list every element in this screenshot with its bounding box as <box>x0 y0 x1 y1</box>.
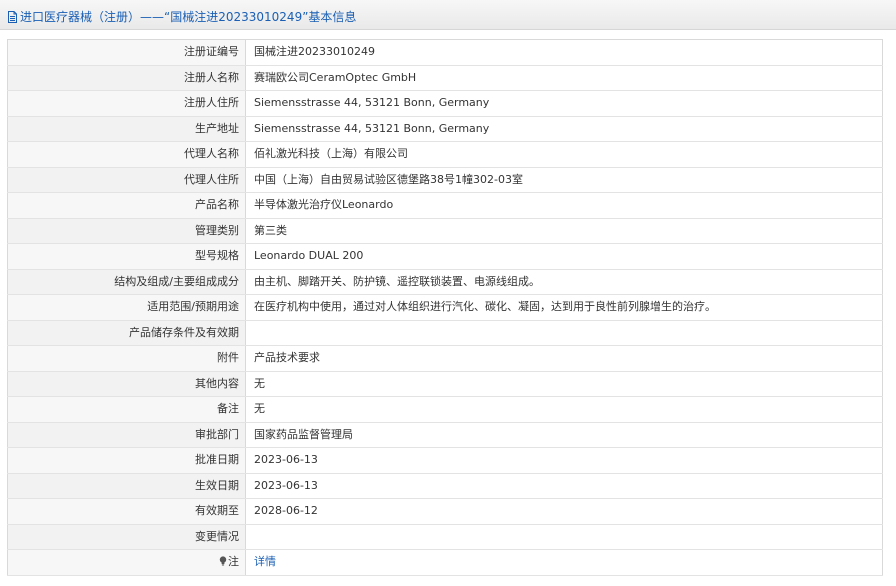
table-row: 产品储存条件及有效期 <box>7 320 883 346</box>
table-row: 生产地址 Siemensstrasse 44, 53121 Bonn, Germa… <box>7 116 883 142</box>
row-label: 注册证编号 <box>7 40 246 65</box>
lightbulb-icon <box>219 556 227 566</box>
row-label: 备注 <box>7 397 246 422</box>
row-value: 在医疗机构中使用，通过对人体组织进行汽化、碳化、凝固，达到用于良性前列腺增生的治… <box>246 295 883 320</box>
row-value: 无 <box>246 397 883 422</box>
row-label: 变更情况 <box>7 524 246 549</box>
row-label: 注册人住所 <box>7 91 246 116</box>
table-row: 适用范围/预期用途 在医疗机构中使用，通过对人体组织进行汽化、碳化、凝固，达到用于… <box>7 295 883 321</box>
row-label: 结构及组成/主要组成成分 <box>7 269 246 294</box>
table-row: 有效期至 2028-06-12 <box>7 499 883 525</box>
table-row: 注册人名称 赛瑞欧公司CeramOptec GmbH <box>7 65 883 91</box>
row-label: 注册人名称 <box>7 65 246 90</box>
row-label: 代理人住所 <box>7 167 246 192</box>
details-link[interactable]: 详情 <box>254 555 276 568</box>
note-value-cell: 详情 <box>246 550 883 575</box>
header-title-group: 进口医疗器械（注册）——“国械注进20233010249”基本信息 <box>7 8 356 25</box>
row-value: Leonardo DUAL 200 <box>246 244 883 269</box>
row-value: 由主机、脚踏开关、防护镜、遥控联锁装置、电源线组成。 <box>246 269 883 294</box>
row-label: 审批部门 <box>7 422 246 447</box>
table-row: 产品名称 半导体激光治疗仪Leonardo <box>7 193 883 219</box>
row-value: 国械注进20233010249 <box>246 40 883 65</box>
row-value: 2028-06-12 <box>246 499 883 524</box>
row-value: 2023-06-13 <box>246 448 883 473</box>
row-label: 产品储存条件及有效期 <box>7 320 246 345</box>
table-row: 审批部门 国家药品监督管理局 <box>7 422 883 448</box>
table-row: 注册人住所 Siemensstrasse 44, 53121 Bonn, Germ… <box>7 91 883 117</box>
row-label: 生产地址 <box>7 116 246 141</box>
row-value: 国家药品监督管理局 <box>246 422 883 447</box>
row-label: 适用范围/预期用途 <box>7 295 246 320</box>
row-value: 2023-06-13 <box>246 473 883 498</box>
table-row: 注册证编号 国械注进20233010249 <box>7 40 883 66</box>
document-icon <box>8 10 17 23</box>
row-label: 型号规格 <box>7 244 246 269</box>
row-label: 其他内容 <box>7 371 246 396</box>
table-row: 生效日期 2023-06-13 <box>7 473 883 499</box>
table-row: 管理类别 第三类 <box>7 218 883 244</box>
table-row: 附件 产品技术要求 <box>7 346 883 372</box>
table-row: 其他内容无 <box>7 371 883 397</box>
row-value: 中国（上海）自由贸易试验区德堡路38号1幢302-03室 <box>246 167 883 192</box>
table-row: 型号规格 Leonardo DUAL 200 <box>7 244 883 270</box>
row-value: 半导体激光治疗仪Leonardo <box>246 193 883 218</box>
row-label: 批准日期 <box>7 448 246 473</box>
row-value: 佰礼激光科技（上海）有限公司 <box>246 142 883 167</box>
row-label: 附件 <box>7 346 246 371</box>
row-value: Siemensstrasse 44, 53121 Bonn, Germany <box>246 91 883 116</box>
row-value <box>246 320 883 345</box>
row-value: 无 <box>246 371 883 396</box>
row-value: 第三类 <box>246 218 883 243</box>
table-row-note: 注 详情 <box>7 550 883 576</box>
row-label: 有效期至 <box>7 499 246 524</box>
table-row: 代理人住所 中国（上海）自由贸易试验区德堡路38号1幢302-03室 <box>7 167 883 193</box>
row-value: Siemensstrasse 44, 53121 Bonn, Germany <box>246 116 883 141</box>
page-title: 进口医疗器械（注册）——“国械注进20233010249”基本信息 <box>20 10 357 24</box>
row-label: 管理类别 <box>7 218 246 243</box>
table-row: 变更情况 <box>7 524 883 550</box>
note-label-cell: 注 <box>7 550 246 575</box>
row-value <box>246 524 883 549</box>
row-label: 代理人名称 <box>7 142 246 167</box>
row-value: 产品技术要求 <box>246 346 883 371</box>
row-value: 赛瑞欧公司CeramOptec GmbH <box>246 65 883 90</box>
table-row: 批准日期 2023-06-13 <box>7 448 883 474</box>
note-label: 注 <box>228 555 239 568</box>
row-label: 生效日期 <box>7 473 246 498</box>
info-table: 注册证编号 国械注进20233010249 注册人名称 赛瑞欧公司CeramOpte… <box>7 39 883 576</box>
page-header: 进口医疗器械（注册）——“国械注进20233010249”基本信息 <box>0 0 896 30</box>
row-label: 产品名称 <box>7 193 246 218</box>
table-row: 代理人名称 佰礼激光科技（上海）有限公司 <box>7 142 883 168</box>
table-row: 备注无 <box>7 397 883 423</box>
table-row: 结构及组成/主要组成成分 由主机、脚踏开关、防护镜、遥控联锁装置、电源线组成。 <box>7 269 883 295</box>
